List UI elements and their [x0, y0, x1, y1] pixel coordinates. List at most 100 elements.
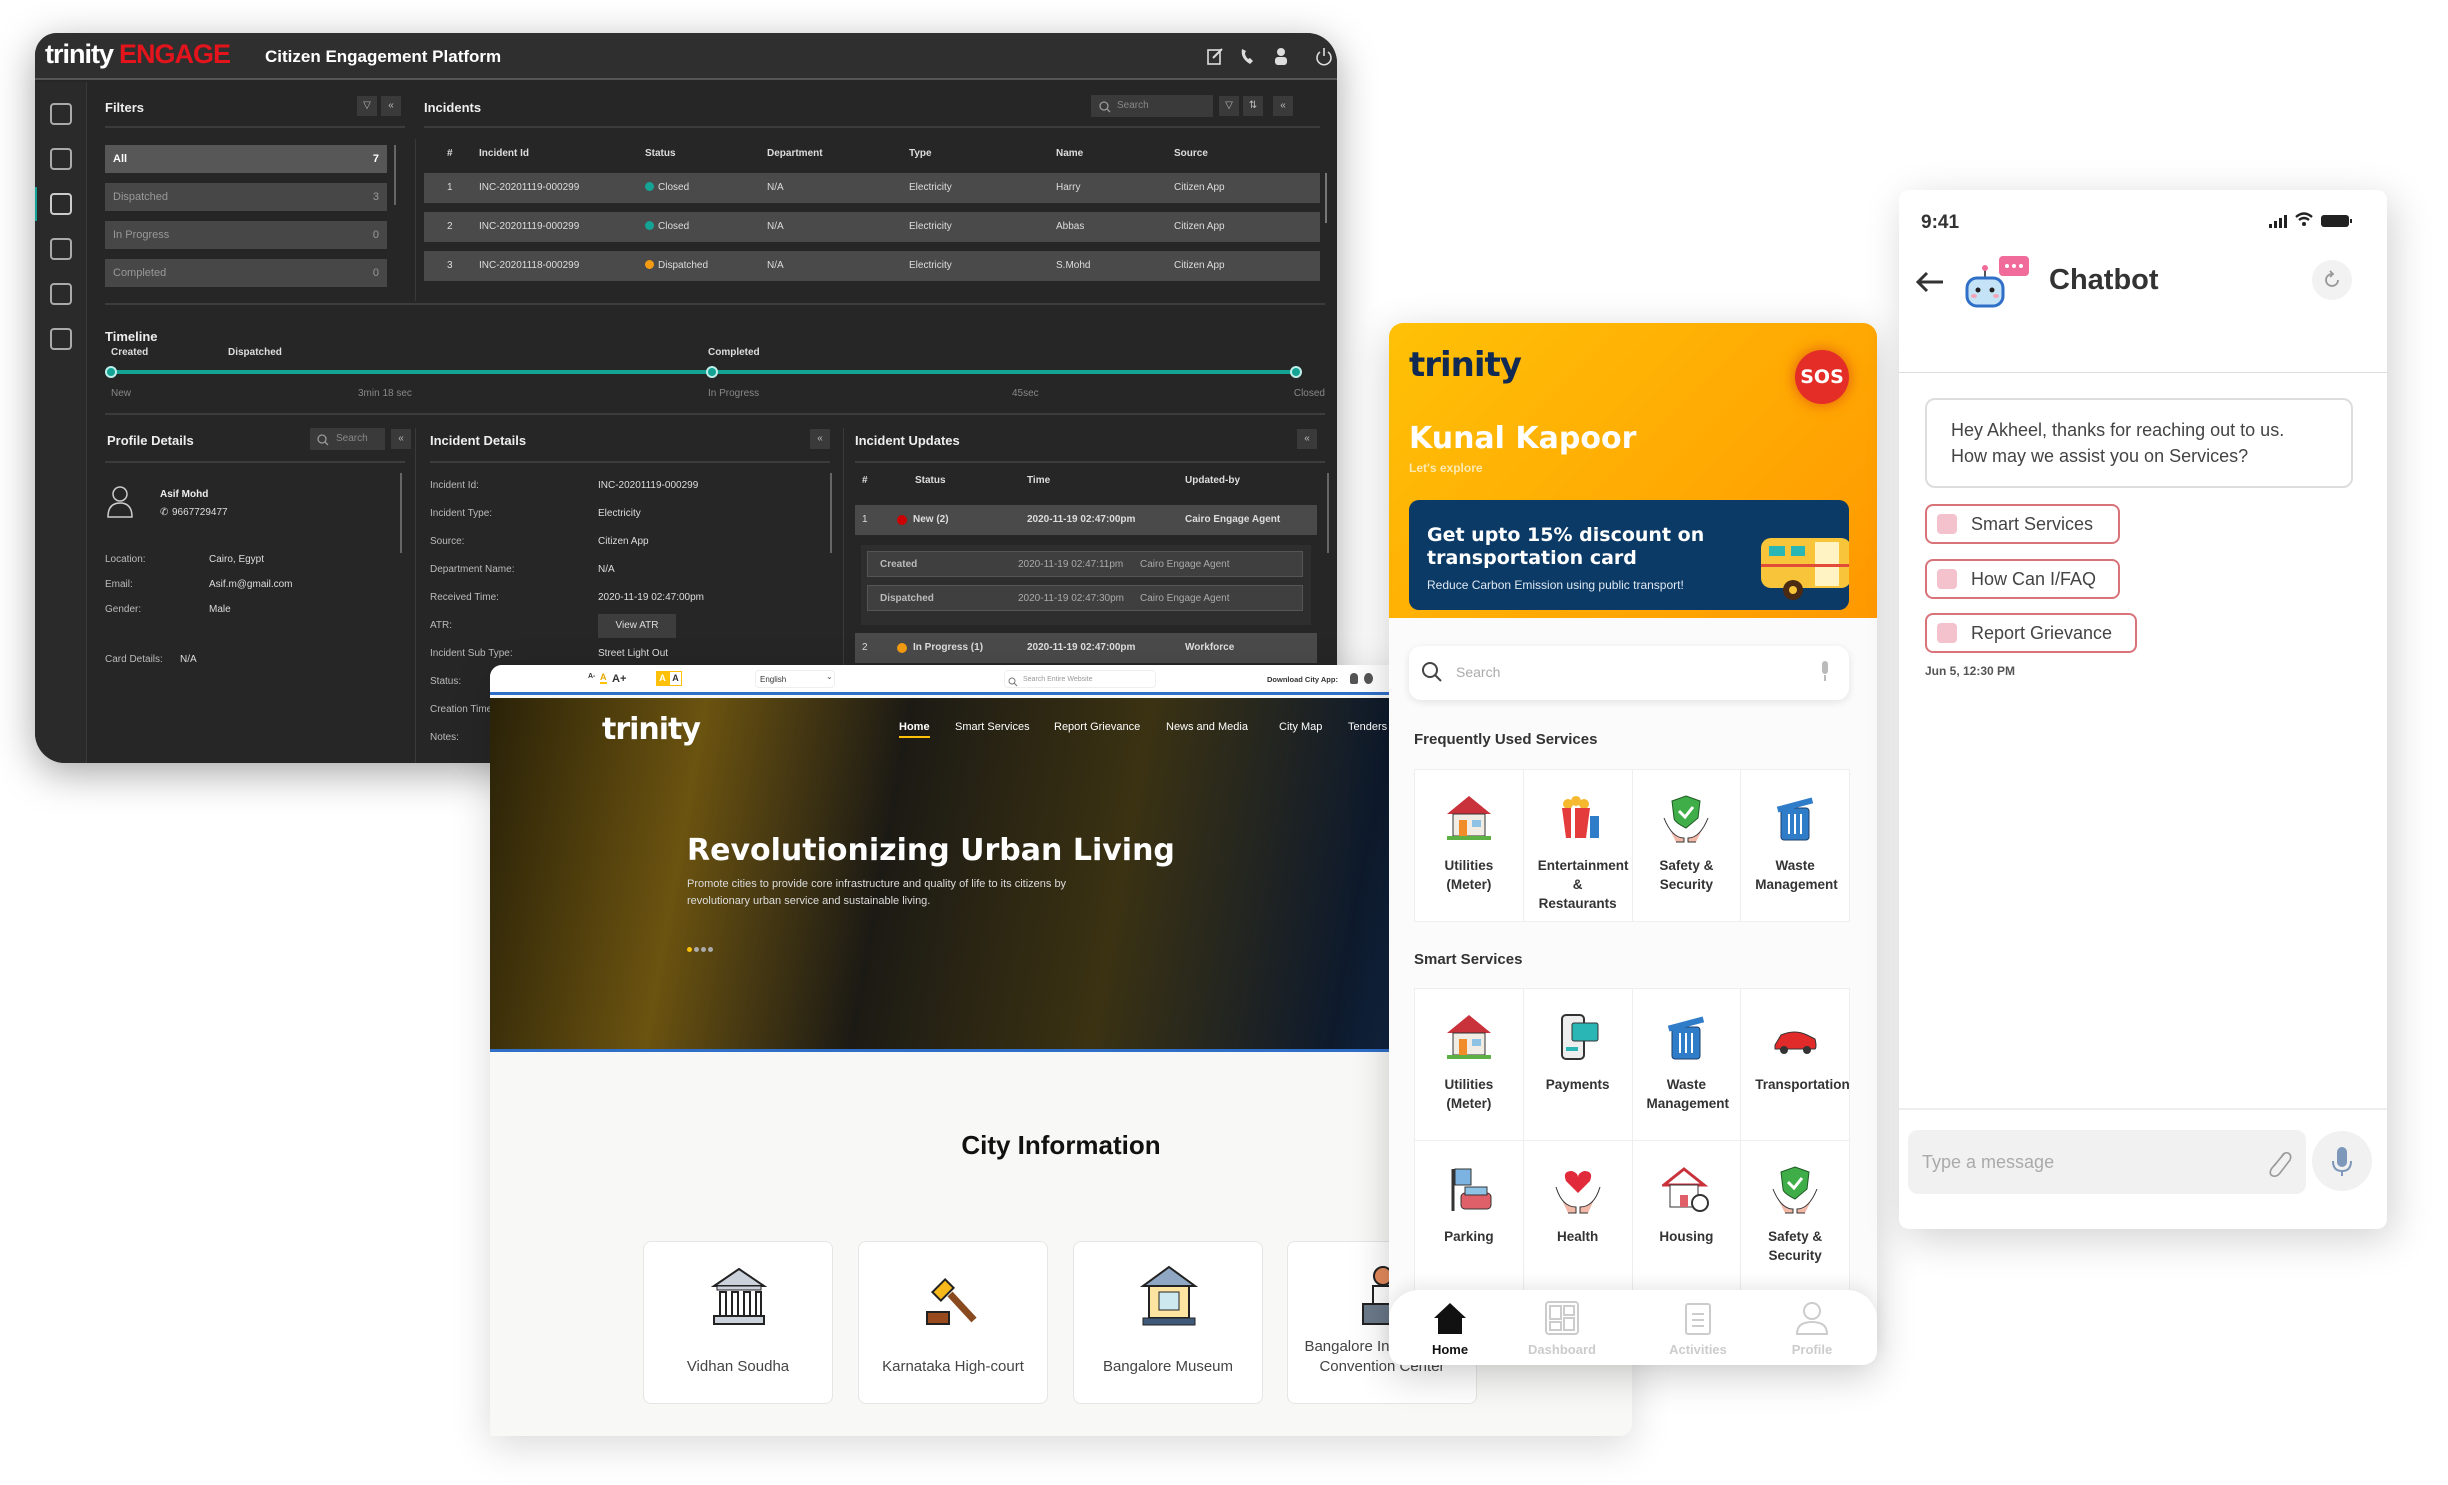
contrast-light-button[interactable]: A	[669, 671, 682, 686]
edit-icon[interactable]	[1205, 46, 1225, 71]
update-row[interactable]: 2 In Progress (1) 2020-11-19 02:47:00pm Wor…	[855, 633, 1317, 663]
city-info-card[interactable]: Bangalore Museum	[1073, 1241, 1263, 1404]
collapse-button[interactable]: «	[1273, 96, 1293, 116]
sort-button[interactable]: ⇅	[1243, 96, 1263, 116]
filter-item-completed[interactable]: Completed 0	[105, 259, 387, 287]
service-safety-security[interactable]: Safety & Security	[1632, 770, 1741, 921]
scrollbar[interactable]	[830, 473, 832, 553]
collapse-button[interactable]: «	[810, 429, 830, 449]
scrollbar[interactable]	[1327, 473, 1329, 553]
service-waste-management[interactable]: Waste Management	[1632, 989, 1741, 1140]
carousel-dot[interactable]	[701, 947, 706, 952]
column-header[interactable]: Time	[1027, 475, 1050, 486]
service-safety-security[interactable]: Safety & Security	[1741, 1141, 1849, 1292]
microphone-icon[interactable]	[2312, 1131, 2372, 1196]
timeline-node[interactable]	[1290, 366, 1302, 378]
dashboard-icon[interactable]	[50, 103, 72, 125]
font-decrease-button[interactable]: A-	[588, 673, 595, 680]
apple-icon[interactable]	[1364, 673, 1373, 684]
font-normal-button[interactable]: A	[600, 672, 607, 684]
update-sub-row[interactable]: Dispatched 2020-11-19 02:47:30pm Cairo Eng…	[867, 585, 1303, 611]
carousel-dot[interactable]	[708, 947, 713, 952]
back-arrow-icon[interactable]	[1915, 270, 1945, 299]
column-header[interactable]: Name	[1056, 148, 1083, 159]
column-header[interactable]: Incident Id	[479, 148, 529, 159]
tab-home[interactable]: Home	[1389, 1290, 1511, 1365]
site-logo[interactable]: trinity	[602, 712, 701, 747]
nav-home[interactable]: Home	[899, 721, 930, 738]
power-icon[interactable]	[1314, 46, 1334, 71]
nav-city-map[interactable]: City Map	[1279, 721, 1322, 733]
phone-icon[interactable]	[50, 238, 72, 260]
table-row[interactable]: 2 INC-20201119-000299 Closed N/A Electricity…	[424, 212, 1320, 242]
table-row[interactable]: 3 INC-20201118-000299 Dispatched N/A Electri…	[424, 251, 1320, 281]
column-header[interactable]: Type	[909, 148, 932, 159]
report-grievance-option[interactable]: Report Grievance	[1925, 613, 2137, 653]
attachment-icon[interactable]	[2264, 1148, 2294, 1183]
nav-report-grievance[interactable]: Report Grievance	[1054, 721, 1140, 733]
phone-icon[interactable]	[1238, 46, 1258, 71]
gear-icon[interactable]	[50, 328, 72, 350]
collapse-button[interactable]: «	[391, 429, 411, 449]
filter-item-all[interactable]: All 7	[105, 145, 387, 173]
scrollbar[interactable]	[400, 473, 402, 553]
tab-profile[interactable]: Profile	[1751, 1290, 1873, 1365]
carousel-dot[interactable]	[694, 947, 699, 952]
filter-button[interactable]: ▽	[1219, 96, 1239, 116]
view-atr-button[interactable]: View ATR	[598, 614, 676, 638]
nav-news-and-media[interactable]: News and Media	[1166, 721, 1248, 733]
update-sub-row[interactable]: Created 2020-11-19 02:47:11pm Cairo Engage…	[867, 551, 1303, 577]
service-housing[interactable]: Housing	[1632, 1141, 1741, 1292]
service-utilities-meter-[interactable]: Utilities (Meter)	[1415, 989, 1523, 1140]
collapse-button[interactable]: «	[1297, 429, 1317, 449]
clipboard-icon[interactable]	[50, 283, 72, 305]
filter-toggle-button[interactable]: ▽	[357, 96, 377, 116]
android-icon[interactable]	[1350, 673, 1358, 684]
collapse-button[interactable]: «	[381, 96, 401, 116]
scrollbar[interactable]	[394, 145, 396, 205]
service-parking[interactable]: Parking	[1415, 1141, 1523, 1292]
refresh-icon[interactable]	[2312, 260, 2352, 305]
font-increase-button[interactable]: A+	[612, 673, 626, 685]
service-transportation[interactable]: Transportation	[1741, 989, 1850, 1140]
service-health[interactable]: Health	[1523, 1141, 1632, 1292]
timeline-node[interactable]	[105, 366, 117, 378]
column-header[interactable]: #	[862, 475, 868, 486]
service-waste-management[interactable]: Waste Management	[1741, 770, 1849, 921]
tab-dashboard[interactable]: Dashboard	[1501, 1290, 1623, 1365]
filter-item-dispatched[interactable]: Dispatched 3	[105, 183, 387, 211]
column-header[interactable]: Updated-by	[1185, 475, 1240, 486]
service-utilities-meter-[interactable]: Utilities (Meter)	[1415, 770, 1523, 921]
column-header[interactable]: Status	[645, 148, 676, 159]
column-header[interactable]: #	[447, 148, 453, 159]
contrast-dark-button[interactable]: A	[656, 671, 669, 686]
faq-option[interactable]: How Can I/FAQ	[1925, 559, 2120, 599]
nav-tenders[interactable]: Tenders	[1348, 721, 1387, 733]
table-row[interactable]: 1 INC-20201119-000299 Closed N/A Electricity…	[424, 173, 1320, 203]
service-payments[interactable]: Payments	[1523, 989, 1632, 1140]
column-header[interactable]: Status	[915, 475, 946, 486]
filter-item-in-progress[interactable]: In Progress 0	[105, 221, 387, 249]
column-header[interactable]: Department	[767, 148, 823, 159]
service-entertainment-restaurants[interactable]: Entertainment & Restaurants	[1523, 770, 1632, 921]
carousel-dot[interactable]	[687, 947, 692, 952]
city-info-card[interactable]: Karnataka High-court	[858, 1241, 1048, 1404]
message-input[interactable]: Type a message	[1908, 1130, 2306, 1194]
nav-smart-services[interactable]: Smart Services	[955, 721, 1030, 733]
alarm-icon[interactable]	[50, 193, 72, 215]
promo-banner[interactable]: Get upto 15% discount on transportation c…	[1409, 500, 1849, 610]
tab-activities[interactable]: Activities	[1637, 1290, 1759, 1365]
site-search-input[interactable]: Search Entire Website	[1004, 670, 1156, 688]
language-select[interactable]: English	[755, 670, 835, 688]
scrollbar[interactable]	[1325, 173, 1327, 223]
sos-button[interactable]: SOS	[1795, 350, 1849, 404]
home-icon[interactable]	[50, 148, 72, 170]
user-icon[interactable]	[1271, 46, 1291, 71]
column-header[interactable]: Source	[1174, 148, 1208, 159]
update-row[interactable]: 1 New (2) 2020-11-19 02:47:00pm Cairo Engag…	[855, 505, 1317, 535]
city-info-card[interactable]: Vidhan Soudha	[643, 1241, 833, 1404]
smart-services-option[interactable]: Smart Services	[1925, 504, 2120, 544]
timeline-node[interactable]	[706, 366, 718, 378]
search-input[interactable]: Search	[1409, 646, 1849, 700]
card-icon	[1560, 1014, 1599, 1060]
